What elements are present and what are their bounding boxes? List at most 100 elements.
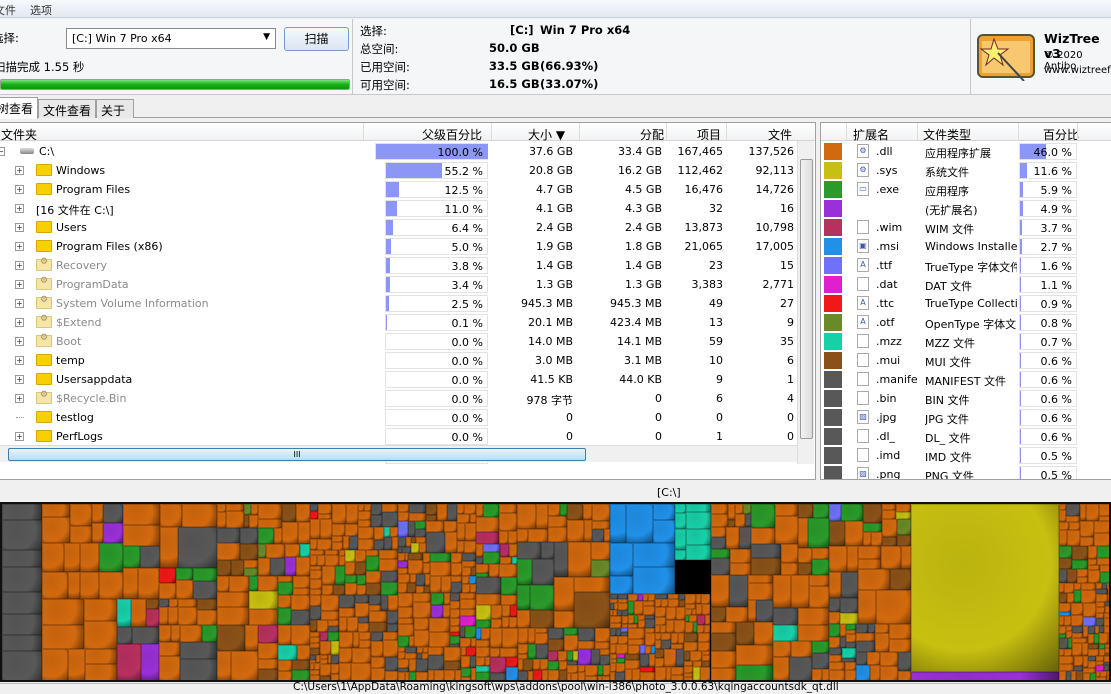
- treemap-cell[interactable]: [70, 526, 92, 543]
- extension-row[interactable]: .dat DAT 文件 1.1 %: [821, 275, 1111, 294]
- col-folder[interactable]: 文件夹: [1, 126, 37, 143]
- treemap-cell[interactable]: [258, 544, 266, 558]
- collapse-icon[interactable]: −: [0, 147, 5, 156]
- treemap-cell[interactable]: [138, 568, 159, 599]
- scroll-thumb[interactable]: III: [8, 448, 586, 461]
- treemap-cell[interactable]: [616, 644, 628, 654]
- treemap-cell[interactable]: [1072, 546, 1088, 560]
- treemap-cell[interactable]: [159, 583, 176, 599]
- treemap-cell[interactable]: [686, 529, 711, 545]
- treemap-cell[interactable]: [517, 559, 532, 585]
- treemap-cell[interactable]: [500, 648, 518, 657]
- treemap-cell[interactable]: [1059, 664, 1074, 671]
- treemap-cell[interactable]: [640, 654, 649, 667]
- treemap-cell[interactable]: [500, 544, 509, 557]
- col-percent[interactable]: 百分比: [1043, 126, 1079, 143]
- treemap-cell[interactable]: [2, 567, 42, 592]
- treemap-cell[interactable]: [462, 576, 469, 584]
- treemap-cell[interactable]: [730, 563, 751, 575]
- treemap-cell[interactable]: [364, 504, 371, 511]
- treemap-cell[interactable]: [751, 504, 775, 528]
- treemap-cell[interactable]: [702, 604, 710, 615]
- treemap-cell[interactable]: [398, 537, 406, 547]
- treemap-cell[interactable]: [592, 521, 610, 529]
- expand-icon[interactable]: +: [15, 299, 24, 308]
- treemap-cell[interactable]: [603, 665, 610, 676]
- treemap-cell[interactable]: [159, 642, 180, 656]
- treemap-cell[interactable]: [882, 537, 897, 546]
- treemap-cell[interactable]: [355, 595, 369, 603]
- treemap-cell[interactable]: [584, 520, 592, 542]
- treemap-cell[interactable]: [291, 595, 310, 610]
- treemap-cell[interactable]: [426, 521, 444, 532]
- treemap-cell[interactable]: [331, 664, 339, 674]
- treemap-cell[interactable]: [310, 570, 322, 579]
- folder-row[interactable]: + temp 0.0 % 3.0 MB 3.1 MB 10 6: [0, 351, 815, 370]
- tab-tree-view[interactable]: 树查看: [0, 97, 38, 119]
- treemap-cell[interactable]: [409, 659, 416, 672]
- treemap-cell[interactable]: [711, 549, 730, 558]
- treemap-cell[interactable]: [371, 504, 382, 515]
- treemap-cell[interactable]: [2, 651, 42, 680]
- treemap-cell[interactable]: [381, 582, 398, 595]
- treemap-cell[interactable]: [735, 514, 745, 527]
- extension-row[interactable]: ⚙ .dll 应用程序扩展 46.0 %: [821, 142, 1111, 161]
- treemap-cell[interactable]: [146, 609, 159, 627]
- treemap-cell[interactable]: [2, 550, 42, 567]
- treemap-cell[interactable]: [249, 576, 258, 591]
- treemap-cell[interactable]: [366, 556, 379, 571]
- treemap-cell[interactable]: [398, 583, 407, 593]
- treemap-cell[interactable]: [293, 576, 310, 588]
- folder-row[interactable]: + [16 文件在 C:\] 11.0 % 4.1 GB 4.3 GB 32 1…: [0, 199, 815, 218]
- treemap-cell[interactable]: [413, 593, 431, 602]
- treemap-cell[interactable]: [736, 665, 773, 680]
- treemap-cell[interactable]: [664, 649, 676, 667]
- treemap-cell[interactable]: [655, 617, 666, 625]
- treemap-cell[interactable]: [178, 607, 197, 625]
- col-alloc[interactable]: 分配: [640, 126, 664, 143]
- treemap-cell[interactable]: [131, 599, 146, 627]
- treemap-cell[interactable]: [409, 513, 426, 521]
- expand-icon[interactable]: +: [15, 166, 24, 175]
- treemap-cell[interactable]: [812, 641, 829, 653]
- treemap-cell[interactable]: [748, 575, 773, 583]
- treemap-cell[interactable]: [898, 671, 911, 680]
- treemap-cell[interactable]: [517, 504, 536, 529]
- treemap-cell[interactable]: [332, 542, 343, 550]
- treemap-cell[interactable]: [476, 577, 501, 594]
- horizontal-scrollbar[interactable]: III: [0, 445, 797, 462]
- treemap-cell[interactable]: [711, 514, 728, 527]
- treemap-cell[interactable]: [863, 523, 882, 532]
- treemap-cell[interactable]: [358, 511, 371, 520]
- treemap-cell[interactable]: [773, 608, 798, 625]
- treemap-cell[interactable]: [476, 605, 491, 620]
- treemap-cell[interactable]: [180, 625, 202, 642]
- treemap-cell[interactable]: [559, 661, 567, 670]
- treemap-cell[interactable]: [509, 617, 517, 628]
- treemap-cell[interactable]: [291, 610, 310, 625]
- treemap-cell[interactable]: [460, 638, 471, 647]
- treemap-cell[interactable]: [645, 619, 655, 628]
- treemap-cell[interactable]: [798, 504, 813, 518]
- treemap-cell[interactable]: [429, 632, 450, 647]
- treemap-cell[interactable]: [1096, 594, 1108, 602]
- treemap-cell[interactable]: [419, 543, 426, 553]
- treemap-cell[interactable]: [217, 592, 249, 607]
- treemap-cell[interactable]: [398, 521, 408, 537]
- treemap-cell[interactable]: [258, 504, 282, 519]
- treemap-cell[interactable]: [502, 605, 510, 617]
- extension-row[interactable]: .dl_ DL_ 文件 0.6 %: [821, 427, 1111, 446]
- treemap-cell[interactable]: [554, 542, 568, 577]
- treemap-cell[interactable]: [357, 575, 366, 585]
- treemap-cell[interactable]: [689, 615, 697, 622]
- treemap-cell[interactable]: [896, 512, 911, 519]
- treemap-cell[interactable]: [1080, 537, 1094, 546]
- extension-row[interactable]: ▣ .msi Windows Installer 2.7 %: [821, 237, 1111, 256]
- treemap-cell[interactable]: [444, 521, 457, 532]
- treemap-cell[interactable]: [684, 666, 693, 673]
- treemap-cell[interactable]: [462, 567, 471, 576]
- treemap-cell[interactable]: [591, 542, 610, 560]
- treemap-cell[interactable]: [591, 649, 600, 665]
- treemap-cell[interactable]: [600, 655, 610, 665]
- treemap-cell[interactable]: [296, 557, 310, 576]
